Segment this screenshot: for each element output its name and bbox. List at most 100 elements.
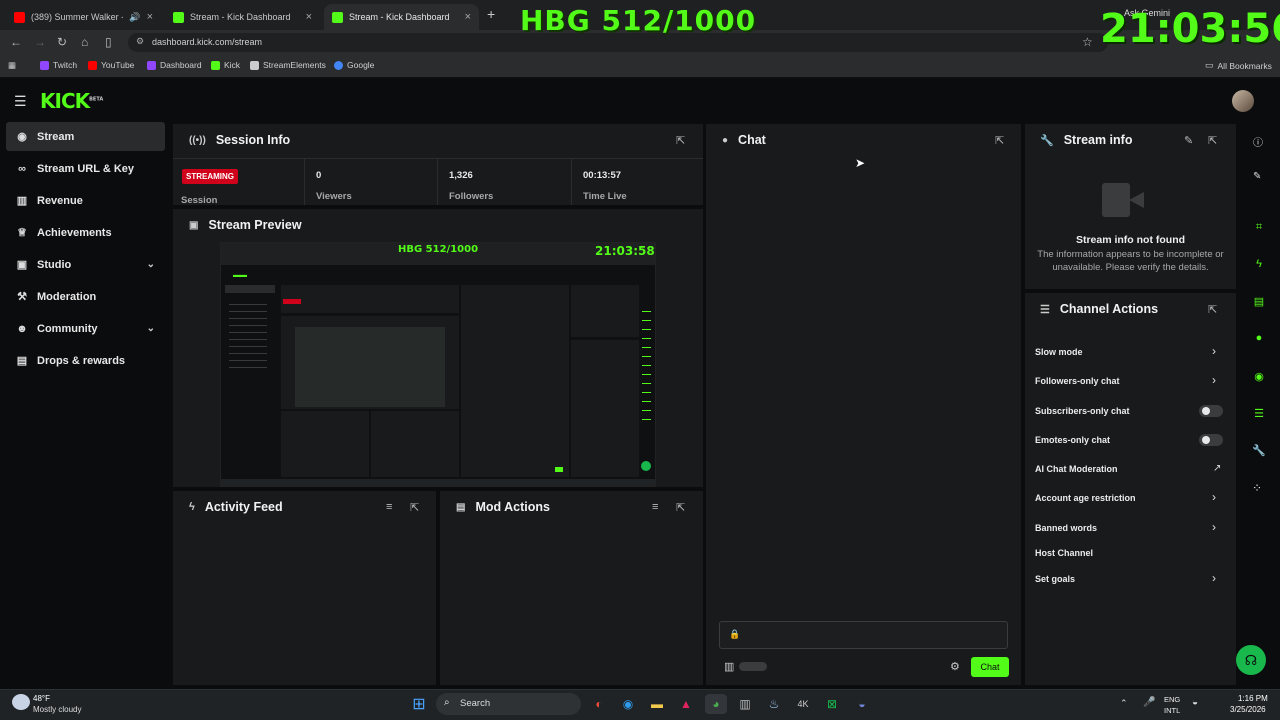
stream-preview-video[interactable]: HBG 512/1000 21:03:58 ▬▬ bbox=[220, 242, 656, 487]
account-age-item[interactable]: Account age restriction bbox=[1035, 493, 1136, 503]
app-icon[interactable]: ▥ bbox=[734, 694, 756, 714]
popout-icon[interactable]: ⇱ bbox=[995, 134, 1004, 147]
close-tab-icon[interactable]: × bbox=[306, 11, 312, 23]
network-icon[interactable]: ◒ bbox=[1192, 697, 1198, 708]
app-icon[interactable]: ▲ bbox=[675, 694, 697, 714]
browser-tab-kick-1[interactable]: Stream - Kick Dashboard × bbox=[165, 4, 320, 30]
avatar[interactable] bbox=[1232, 90, 1254, 112]
reload-icon[interactable]: ↻ bbox=[57, 35, 67, 49]
bookmark-google[interactable]: Google bbox=[334, 60, 374, 70]
apps-icon[interactable]: ▦ bbox=[8, 60, 16, 71]
emotes-only-toggle[interactable] bbox=[1199, 434, 1223, 446]
rail-wrench-icon[interactable]: 🔧 bbox=[1244, 435, 1274, 465]
followers-only-item[interactable]: Followers-only chat bbox=[1035, 376, 1120, 386]
popout-icon[interactable]: ⇱ bbox=[676, 501, 685, 514]
sidebar-item-revenue[interactable]: ▥ Revenue bbox=[6, 186, 165, 215]
rail-scan-icon[interactable]: ⌗ bbox=[1244, 212, 1274, 242]
rail-lightning-icon[interactable]: ϟ bbox=[1244, 249, 1274, 279]
xbox-icon[interactable]: ⊠ bbox=[821, 694, 843, 714]
edge-icon[interactable]: ◉ bbox=[617, 694, 639, 714]
subscribers-only-toggle[interactable] bbox=[1199, 405, 1223, 417]
sidebar-item-achievements[interactable]: ♕ Achievements bbox=[6, 218, 165, 247]
slow-mode-item[interactable]: Slow mode bbox=[1035, 347, 1083, 357]
points-pill[interactable] bbox=[739, 662, 767, 671]
sidebar-item-stream-url-key[interactable]: ∞ Stream URL & Key bbox=[6, 154, 165, 183]
info-icon[interactable]: ⓘ bbox=[1253, 134, 1263, 149]
bookmark-twitch[interactable]: Twitch bbox=[40, 60, 77, 70]
popout-icon[interactable]: ⇱ bbox=[676, 134, 685, 147]
rail-list-icon[interactable]: ☰ bbox=[1244, 398, 1274, 428]
bookmark-star-icon[interactable]: ☆ bbox=[1082, 35, 1093, 49]
chrome-icon[interactable]: ◕ bbox=[705, 694, 727, 714]
popout-icon[interactable]: ⇱ bbox=[1208, 134, 1217, 147]
back-icon[interactable]: ← bbox=[10, 35, 22, 49]
chat-send-button[interactable]: Chat bbox=[971, 657, 1009, 677]
forward-icon[interactable]: → bbox=[34, 35, 46, 49]
chevron-right-icon[interactable]: › bbox=[1212, 373, 1216, 387]
rail-broadcast-icon[interactable]: ◉ bbox=[1244, 361, 1274, 391]
mute-icon[interactable]: 🔊 bbox=[129, 12, 140, 23]
emotes-only-item[interactable]: Emotes-only chat bbox=[1035, 435, 1110, 445]
support-icon[interactable]: ☊ bbox=[1236, 645, 1266, 675]
set-goals-item[interactable]: Set goals bbox=[1035, 574, 1075, 584]
rail-chat-icon[interactable]: ● bbox=[1244, 323, 1274, 353]
discord-icon[interactable]: ◒ bbox=[851, 694, 873, 714]
edit-icon[interactable]: ✎ bbox=[1184, 134, 1193, 147]
chevron-right-icon[interactable]: › bbox=[1212, 490, 1216, 504]
sidebar-item-moderation[interactable]: ⚒ Moderation bbox=[6, 282, 165, 311]
integrations-icon[interactable]: ⁘ bbox=[1252, 481, 1262, 495]
popout-icon[interactable]: ⇱ bbox=[1208, 303, 1217, 316]
windows-start-icon[interactable]: ⊞ bbox=[408, 694, 430, 714]
weather-desc[interactable]: Mostly cloudy bbox=[33, 705, 81, 714]
close-tab-icon[interactable]: × bbox=[147, 11, 153, 23]
chevron-right-icon[interactable]: › bbox=[1212, 571, 1216, 585]
chevron-up-icon[interactable]: ⌃ bbox=[1120, 698, 1128, 709]
all-bookmarks[interactable]: ▭ All Bookmarks bbox=[1205, 60, 1272, 71]
sidebar-item-stream[interactable]: ◉ Stream bbox=[6, 122, 165, 151]
popout-icon[interactable]: ⇱ bbox=[410, 501, 419, 514]
chat-settings-icon[interactable]: ⚙ bbox=[950, 660, 960, 673]
sidebar-item-drops-rewards[interactable]: ▤ Drops & rewards bbox=[6, 346, 165, 375]
browser-tab-youtube[interactable]: (389) Summer Walker - Fin 🔊 × bbox=[6, 4, 161, 30]
clock-time[interactable]: 1:16 PM bbox=[1238, 694, 1268, 703]
4k-icon[interactable]: 4K bbox=[792, 694, 814, 714]
filter-icon[interactable]: ≡ bbox=[652, 501, 658, 513]
subscribers-only-item[interactable]: Subscribers-only chat bbox=[1035, 406, 1130, 416]
new-tab-button[interactable]: + bbox=[487, 6, 495, 22]
browser-tab-kick-active[interactable]: Stream - Kick Dashboard × bbox=[324, 4, 479, 30]
home-icon[interactable]: ⌂ bbox=[81, 35, 88, 49]
chat-input[interactable]: 🔒 bbox=[719, 621, 1008, 649]
bookmark-youtube[interactable]: YouTube bbox=[88, 60, 134, 70]
language-bottom[interactable]: INTL bbox=[1164, 706, 1180, 715]
file-explorer-icon[interactable]: ▬ bbox=[646, 694, 668, 714]
external-link-icon[interactable]: ↗ bbox=[1213, 463, 1221, 474]
rail-clipboard-icon[interactable]: ▤ bbox=[1244, 286, 1274, 316]
host-channel-item[interactable]: Host Channel bbox=[1035, 548, 1093, 558]
bookmark-kick[interactable]: Kick bbox=[211, 60, 240, 70]
sidebar-item-community[interactable]: ☻ Community ⌄ bbox=[6, 314, 165, 343]
clock-date[interactable]: 3/25/2026 bbox=[1230, 705, 1266, 714]
chevron-right-icon[interactable]: › bbox=[1212, 344, 1216, 358]
edit-icon[interactable]: ✎ bbox=[1253, 171, 1261, 182]
sidebar-item-studio[interactable]: ▣ Studio ⌄ bbox=[6, 250, 165, 279]
viewers-value: 0 bbox=[316, 170, 322, 181]
filter-icon[interactable]: ≡ bbox=[386, 501, 392, 513]
app-icon[interactable]: ◐ bbox=[588, 694, 610, 714]
site-info-icon[interactable]: ⚙ bbox=[136, 36, 144, 47]
bookmark-dashboard[interactable]: Dashboard bbox=[147, 60, 202, 70]
taskbar-search[interactable]: ⌕ Search bbox=[436, 693, 581, 715]
steam-icon[interactable]: ♨ bbox=[763, 694, 785, 714]
banned-words-item[interactable]: Banned words bbox=[1035, 523, 1097, 533]
weather-temp[interactable]: 48°F bbox=[33, 694, 50, 703]
microphone-icon[interactable]: 🎤 bbox=[1143, 697, 1155, 708]
side-panel-icon[interactable]: ▯ bbox=[105, 35, 112, 49]
store-icon[interactable]: ▥ bbox=[724, 660, 734, 673]
chevron-right-icon[interactable]: › bbox=[1212, 520, 1216, 534]
close-tab-icon[interactable]: × bbox=[465, 11, 471, 23]
weather-icon[interactable] bbox=[12, 694, 30, 710]
language-top[interactable]: ENG bbox=[1164, 695, 1180, 704]
bookmark-streamelements[interactable]: StreamElements bbox=[250, 60, 326, 70]
kick-logo[interactable]: KICKBETA bbox=[40, 89, 103, 113]
ai-chat-moderation-item[interactable]: AI Chat Moderation bbox=[1035, 464, 1118, 474]
menu-icon[interactable]: ☰ bbox=[14, 93, 27, 110]
